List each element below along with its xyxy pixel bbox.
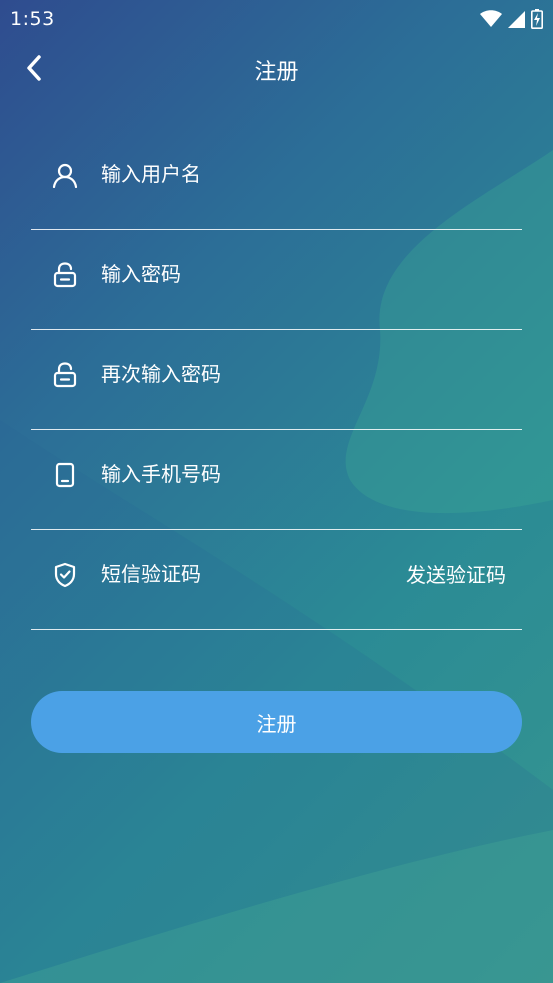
phone-icon: [51, 461, 79, 489]
user-icon: [51, 161, 79, 189]
app-bar: 注册: [0, 38, 553, 100]
password-field-row: [31, 230, 522, 330]
send-code-button[interactable]: 发送验证码: [406, 559, 506, 588]
confirm-password-input[interactable]: [101, 356, 401, 392]
sms-code-field-row: 发送验证码: [31, 530, 522, 630]
phone-input[interactable]: [101, 456, 401, 492]
battery-charging-icon: [531, 9, 543, 29]
phone-field-row: [31, 430, 522, 530]
lock-icon: [51, 361, 79, 389]
lock-icon: [51, 261, 79, 289]
status-bar: 1:53: [0, 0, 553, 38]
shield-check-icon: [51, 561, 79, 589]
sms-code-input[interactable]: [101, 556, 321, 592]
password-input[interactable]: [101, 256, 401, 292]
page-title: 注册: [254, 60, 299, 85]
username-input[interactable]: [101, 156, 401, 192]
status-icons: [480, 9, 543, 29]
register-button[interactable]: 注册: [31, 691, 522, 753]
username-field-row: [31, 130, 522, 230]
register-form: 发送验证码: [31, 130, 522, 630]
wifi-icon: [480, 10, 502, 28]
signal-icon: [508, 10, 525, 28]
confirm-password-field-row: [31, 330, 522, 430]
status-time: 1:53: [10, 8, 55, 30]
